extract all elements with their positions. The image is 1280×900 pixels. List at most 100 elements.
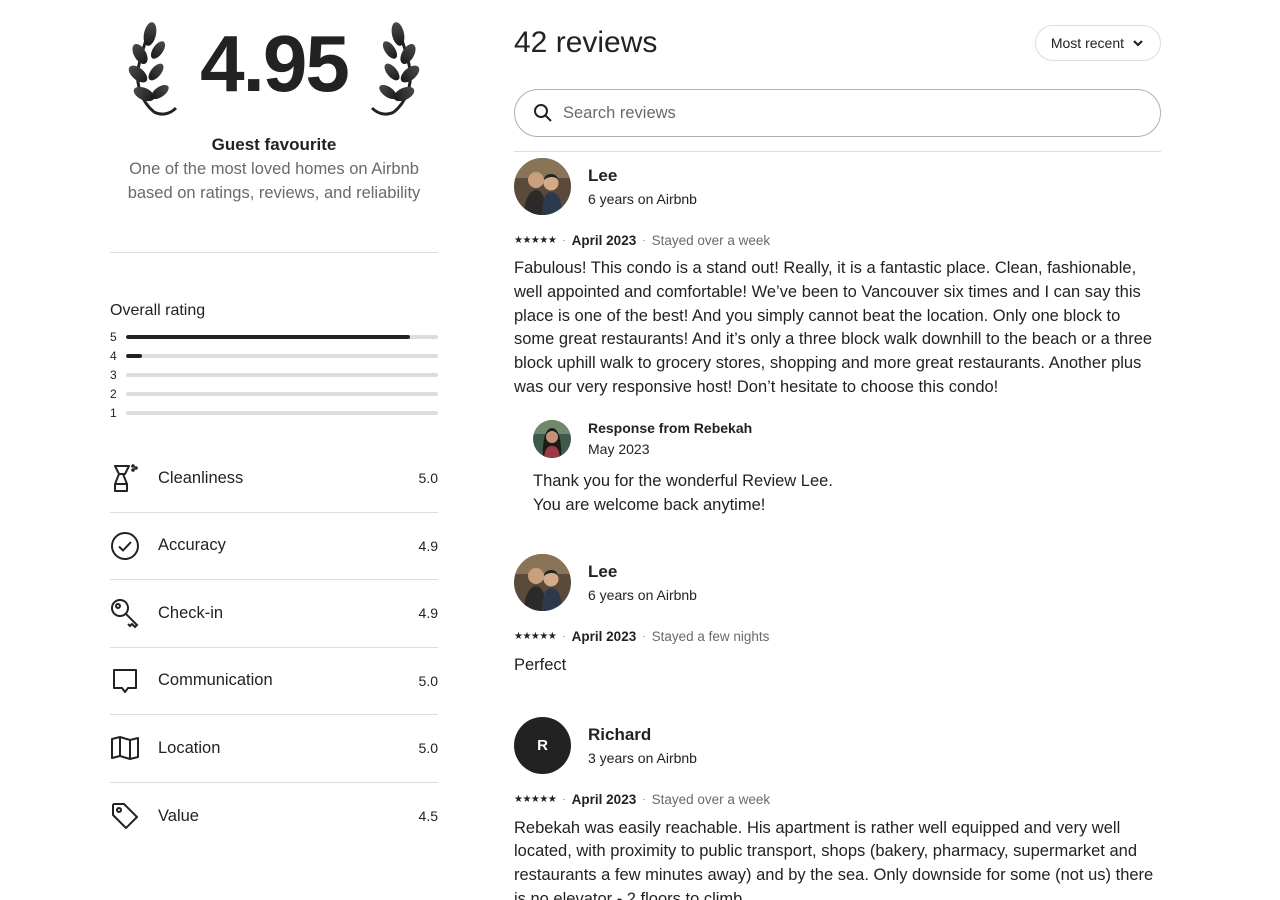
distribution-label: 3 (110, 367, 117, 382)
reviewer-meta: Lee 6 years on Airbnb (588, 562, 697, 603)
category-location: Location 5.0 (110, 715, 438, 783)
review-item: Lee 6 years on Airbnb ★★★★★ · April 2023… (514, 156, 1161, 517)
distribution-label: 2 (110, 386, 117, 401)
tag-icon (110, 801, 140, 831)
chevron-down-icon (1133, 40, 1143, 47)
stay-length: Stayed over a week (651, 792, 771, 808)
reviewer-meta: Richard 3 years on Airbnb (588, 725, 697, 766)
score-hero: 4.95 (110, 0, 438, 130)
category-label: Communication (158, 671, 273, 690)
separator-dot: · (642, 234, 646, 246)
separator-dot: · (642, 794, 646, 806)
category-label: Check-in (158, 603, 224, 622)
map-icon (110, 733, 140, 763)
review-date: April 2023 (571, 629, 637, 645)
review-text: Rebekah was easily reachable. His apartm… (514, 818, 1154, 900)
rating-distribution: 5 4 3 2 1 (110, 327, 438, 422)
distribution-label: 1 (110, 405, 117, 420)
stay-length: Stayed over a week (651, 232, 771, 248)
separator-dot: · (562, 234, 566, 246)
review-date: April 2023 (571, 232, 637, 248)
distribution-label: 5 (110, 329, 117, 344)
distribution-fill (126, 334, 410, 339)
review-count: 42 reviews (514, 26, 658, 59)
reviewer-name[interactable]: Richard (588, 725, 697, 745)
host-response-title: Response from Rebekah (588, 420, 753, 437)
sort-dropdown[interactable]: Most recent (1034, 25, 1161, 61)
search-input[interactable] (563, 103, 1160, 123)
distribution-track (126, 391, 438, 396)
search-bar[interactable] (514, 89, 1161, 137)
category-accuracy: Accuracy 4.9 (110, 513, 438, 580)
star-rating: ★★★★★ (514, 794, 557, 806)
review-meta: ★★★★★ · April 2023 · Stayed a few nights (514, 629, 1161, 645)
distribution-track (126, 410, 438, 415)
distribution-row: 4 (110, 346, 438, 365)
reviewer-tenure: 3 years on Airbnb (588, 750, 697, 767)
reviewer-info: R Richard 3 years on Airbnb (514, 716, 1161, 776)
review-date: April 2023 (571, 792, 637, 808)
laurel-right-icon (370, 22, 420, 116)
review-meta: ★★★★★ · April 2023 · Stayed over a week (514, 232, 1161, 248)
host-response-header: Response from Rebekah May 2023 (533, 419, 1161, 458)
separator-dot: · (642, 631, 646, 643)
review-text: Perfect (514, 655, 567, 674)
host-response-text: Thank you for the wonderful Review Lee. … (533, 471, 833, 514)
category-cleanliness: Cleanliness 5.0 (110, 445, 438, 513)
reviewer-info: Lee 6 years on Airbnb (514, 553, 1161, 613)
category-value: 4.9 (418, 605, 438, 622)
category-check-in: Check-in 4.9 (110, 580, 438, 648)
rating-summary: 4.95 Guest favourite One of the most lov… (110, 0, 438, 850)
spray-bottle-icon (110, 463, 140, 493)
avatar[interactable] (514, 554, 571, 612)
reviews-panel: 42 reviews Most recent Search reviews Le… (514, 0, 1161, 900)
star-rating: ★★★★★ (514, 234, 557, 246)
category-value: Value 4.5 (110, 783, 438, 851)
review-item: Lee 6 years on Airbnb ★★★★★ · April 2023… (514, 553, 1161, 678)
reviews-header: 42 reviews Most recent (514, 0, 1161, 86)
host-response: Response from Rebekah May 2023 Thank you… (533, 419, 1161, 517)
star-rating: ★★★★★ (514, 631, 557, 643)
review-text: Fabulous! This condo is a stand out! Rea… (514, 259, 1153, 396)
check-circle-icon (110, 531, 140, 561)
category-value: 5.0 (418, 470, 438, 487)
category-value: 5.0 (418, 672, 438, 689)
sort-label: Most recent (1050, 35, 1124, 51)
distribution-row: 5 (110, 327, 438, 346)
review-meta: ★★★★★ · April 2023 · Stayed over a week (514, 792, 1161, 808)
category-ratings: Cleanliness 5.0 Accuracy 4.9 Check-in 4.… (110, 445, 438, 850)
category-value: 4.5 (418, 808, 438, 825)
reviewer-name[interactable]: Lee (588, 562, 697, 582)
separator-dot: · (562, 631, 566, 643)
category-label: Cleanliness (158, 468, 244, 487)
reviewer-tenure: 6 years on Airbnb (588, 190, 697, 207)
search-icon (534, 104, 552, 122)
category-communication: Communication 5.0 (110, 648, 438, 715)
distribution-fill (126, 353, 142, 358)
separator-dot: · (562, 794, 566, 806)
guest-favourite-description: One of the most loved homes on Airbnb ba… (127, 160, 421, 202)
reviewer-meta: Lee 6 years on Airbnb (588, 166, 697, 207)
host-response-date: May 2023 (588, 441, 650, 458)
distribution-label: 4 (110, 348, 117, 363)
overall-rating-title: Overall rating (110, 302, 206, 319)
guest-favourite-title: Guest favourite (211, 135, 337, 154)
divider (514, 151, 1161, 152)
host-avatar[interactable] (533, 419, 571, 458)
divider (110, 252, 438, 253)
distribution-track (126, 372, 438, 377)
category-label: Accuracy (158, 536, 226, 555)
reviewer-name[interactable]: Lee (588, 166, 697, 186)
reviewer-tenure: 6 years on Airbnb (588, 587, 697, 604)
distribution-track (126, 353, 438, 358)
key-icon (110, 598, 140, 629)
distribution-row: 2 (110, 384, 438, 403)
review-item: R Richard 3 years on Airbnb ★★★★★ · Apri… (514, 716, 1161, 900)
category-label: Location (158, 738, 221, 757)
category-value: 5.0 (418, 740, 438, 757)
distribution-row: 1 (110, 403, 438, 422)
host-response-meta: Response from Rebekah May 2023 (588, 420, 752, 457)
avatar[interactable]: R (514, 717, 571, 775)
avatar[interactable] (514, 157, 571, 215)
category-value: 4.9 (418, 537, 438, 554)
